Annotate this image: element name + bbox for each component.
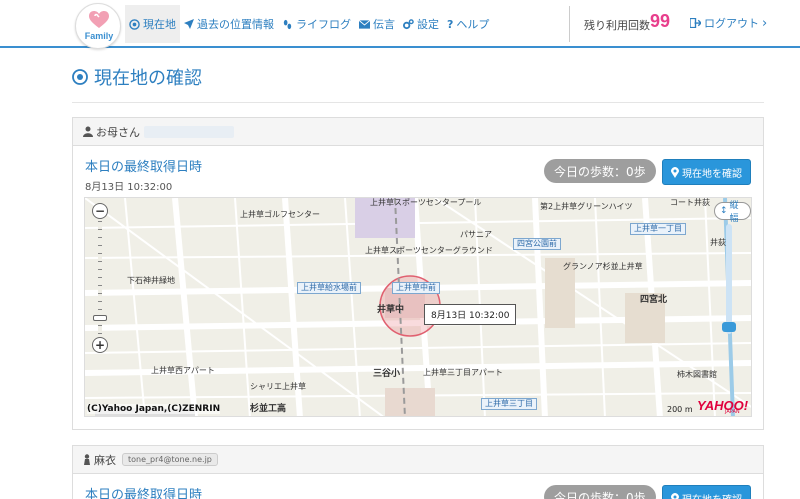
confirm-label: 現在地を確認 — [682, 168, 742, 180]
member-id-redacted — [144, 125, 234, 138]
nav-lifelog[interactable]: ライフログ — [278, 5, 355, 43]
footprints-icon — [283, 19, 292, 29]
map-marker-icon — [671, 492, 679, 499]
target-icon — [72, 69, 88, 85]
bus-stop-label: 上井草三丁目 — [481, 398, 537, 410]
main-nav: 現在地 過去の位置情報 ライフログ 伝言 設定 ? ヘルプ — [125, 5, 493, 43]
map-label: 上井草スポーツセンターグラウンド — [365, 246, 493, 255]
map-label: グランノア杉並上井草 — [563, 262, 643, 271]
nav-help[interactable]: ? ヘルプ — [443, 5, 493, 43]
member-header: お母さん — [73, 118, 763, 146]
map-label: 四宮北 — [640, 295, 668, 305]
steps-badge: 今日の歩数：0歩 — [544, 485, 656, 499]
member-email: tone_pr4@tone.ne.jp — [122, 453, 218, 466]
nav-label: ライフログ — [296, 18, 351, 31]
logout-label: ログアウト — [704, 17, 759, 30]
bus-stop-label: 上井草一丁目 — [630, 223, 686, 235]
last-acquired-title: 本日の最終取得日時 — [85, 488, 203, 499]
yahoo-logo: YAHOO! — [697, 398, 749, 413]
map-label: 上井草西アパート — [151, 366, 215, 375]
target-icon — [129, 18, 140, 30]
map-label: 井荻 — [710, 238, 726, 247]
map-height-toggle[interactable]: ↕ 縦幅 — [714, 201, 751, 224]
bus-stop-label: 上井草給水場前 — [297, 282, 361, 294]
bus-stop-label: 四宮公園前 — [513, 238, 561, 250]
nav-message[interactable]: 伝言 — [355, 5, 399, 43]
logout-button[interactable]: ログアウト — [690, 15, 759, 31]
logo-text: Family — [84, 31, 114, 41]
map-label: シャリエ上井草 — [250, 382, 306, 391]
sign-out-icon — [690, 18, 701, 28]
header-divider — [569, 6, 570, 42]
map-label: 三谷小 — [373, 369, 401, 379]
zoom-handle[interactable] — [93, 315, 107, 321]
steps-badge: 今日の歩数：0歩 — [544, 159, 656, 183]
nav-label: 設定 — [417, 18, 439, 31]
nav-label: 過去の位置情報 — [197, 18, 274, 31]
chevron-right-icon[interactable]: › — [762, 16, 767, 31]
page-title-text: 現在地の確認 — [94, 68, 202, 89]
female-user-icon — [84, 454, 90, 465]
last-acquired-title: 本日の最終取得日時 — [85, 160, 203, 175]
nav-current-location[interactable]: 現在地 — [125, 5, 180, 43]
last-acquired-time: 8月13日 10:32:00 — [85, 182, 173, 193]
envelope-icon — [359, 19, 370, 29]
nav-label: 現在地 — [143, 18, 176, 31]
member-header: 麻衣 tone_pr4@tone.ne.jp — [73, 446, 763, 474]
heart-icon — [89, 11, 109, 28]
remaining-label: 残り利用回数 — [584, 19, 650, 32]
confirm-location-button[interactable]: 現在地を確認 — [662, 485, 751, 499]
resize-vertical-icon: ↕ — [720, 206, 728, 216]
title-divider — [72, 102, 764, 103]
user-icon — [83, 126, 93, 137]
location-arrow-icon — [184, 19, 194, 29]
map-label: 下石神井緑地 — [127, 276, 175, 285]
map-label: パサニア — [460, 230, 492, 239]
member-name: 麻衣 — [94, 453, 116, 467]
map-label: 上井草三丁目アパート — [423, 368, 503, 377]
map-slider-track[interactable] — [726, 224, 732, 334]
yahoo-logo-sub: JAPAN — [725, 409, 740, 415]
map-label: コート井荻 — [670, 198, 710, 207]
gears-icon — [403, 18, 414, 29]
remaining-count: 99 — [650, 11, 671, 31]
nav-label: ヘルプ — [456, 18, 490, 31]
map-marker-icon — [671, 166, 679, 178]
map-label: 上井草スポーツセンタープール — [370, 198, 482, 207]
map-label: 柿木図書館 — [677, 370, 717, 379]
nav-past-location[interactable]: 過去の位置情報 — [180, 5, 278, 43]
location-map[interactable]: 上井草ゴルフセンター 上井草スポーツセンタープール 上井草スポーツセンターグラウ… — [84, 197, 752, 417]
top-header: Family 現在地 過去の位置情報 ライフログ 伝言 設定 ? ヘルプ 残り利… — [0, 0, 800, 49]
zoom-control: − + — [92, 203, 108, 353]
nav-label: 伝言 — [373, 18, 395, 31]
map-label: 井草中 — [377, 305, 405, 315]
map-copyright: (C)Yahoo Japan,(C)ZENRIN — [87, 404, 221, 414]
member-name: お母さん — [96, 125, 140, 139]
family-logo[interactable]: Family — [75, 3, 121, 49]
map-label: 上井草ゴルフセンター — [240, 210, 320, 219]
map-label: 第2上井草グリーンハイツ — [540, 202, 633, 211]
bus-stop-label: 上井草中前 — [392, 282, 440, 294]
location-popup: 8月13日 10:32:00 — [424, 304, 517, 325]
page-title: 現在地の確認 — [72, 64, 202, 90]
zoom-in-button[interactable]: + — [92, 337, 108, 353]
confirm-label: 現在地を確認 — [682, 491, 742, 499]
map-label: 杉並工高 — [250, 404, 287, 414]
zoom-out-button[interactable]: − — [92, 203, 108, 219]
map-slider-knob[interactable] — [722, 322, 736, 332]
nav-settings[interactable]: 設定 — [399, 5, 443, 43]
confirm-location-button[interactable]: 現在地を確認 — [662, 159, 751, 185]
map-scale: 200 m — [667, 405, 693, 414]
map-height-label: 縦幅 — [729, 201, 739, 224]
member-panel: 麻衣 tone_pr4@tone.ne.jp 本日の最終取得日時 今日の歩数：0… — [72, 445, 764, 499]
question-icon: ? — [447, 17, 454, 31]
